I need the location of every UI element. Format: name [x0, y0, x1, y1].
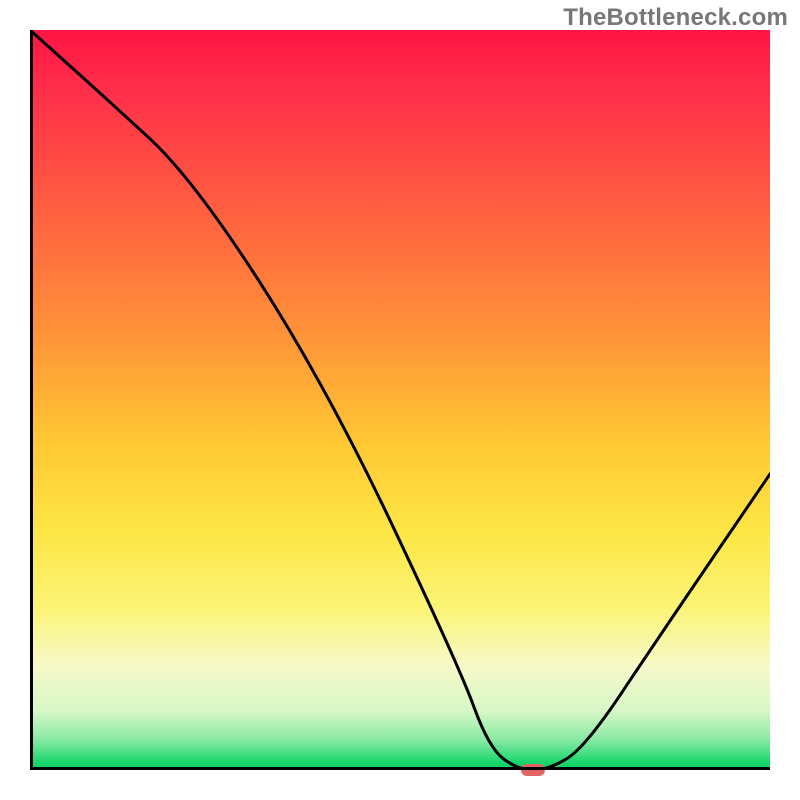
chart-curve-layer — [30, 30, 770, 770]
chart-dip-marker — [521, 764, 545, 776]
chart-plot-area — [30, 30, 770, 770]
chart-curve — [30, 30, 770, 770]
watermark-text: TheBottleneck.com — [563, 4, 788, 32]
